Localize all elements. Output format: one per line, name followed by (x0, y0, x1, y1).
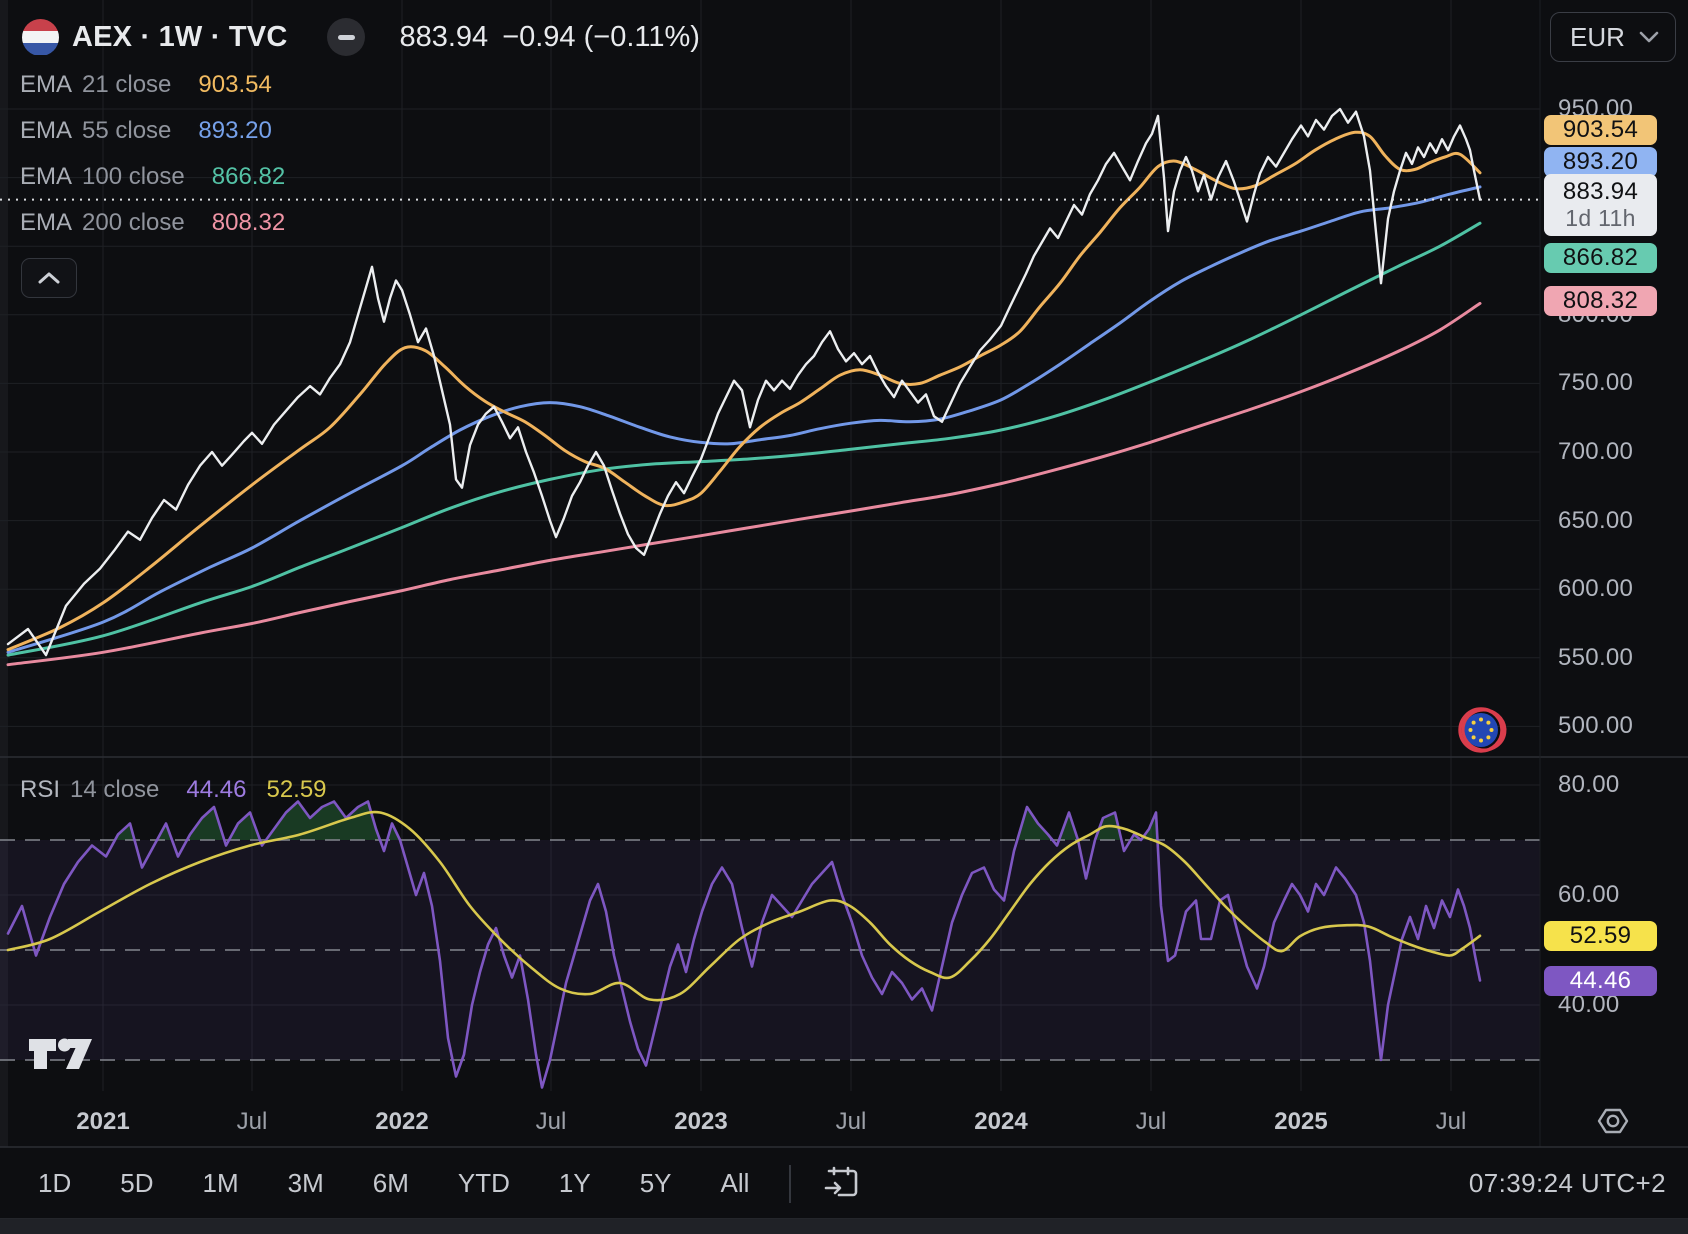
legend-row-ema55[interactable]: EMA 55 close 893.20 (20, 116, 272, 146)
indicator-name: EMA (20, 209, 73, 236)
axis-label: 60.00 (1558, 881, 1620, 908)
hide-symbol-button[interactable] (327, 18, 366, 56)
axis-label: 600.00 (1558, 575, 1634, 602)
indicator-value: 808.32 (211, 209, 286, 236)
time-label: Jul (1135, 1108, 1167, 1135)
go-to-date-button[interactable] (819, 1160, 863, 1207)
series-ema-200 (6, 301, 1482, 667)
indicator-params: 100 close (82, 163, 185, 190)
minus-icon (337, 34, 355, 40)
price-badge-rsi: 44.46 (1544, 966, 1657, 996)
range-button-1y[interactable]: 1Y (553, 1164, 597, 1203)
tradingview-chart-window: AEX · 1W · TVC 883.94 −0.94 (−0.11%) EMA … (0, 0, 1688, 1234)
symbol-header[interactable]: AEX · 1W · TVC 883.94 −0.94 (−0.11%) (22, 17, 700, 57)
rsi-ma-value: 52.59 (266, 776, 327, 803)
window-bottom-strip (0, 1219, 1688, 1234)
price-badge-ema21: 903.54 (1544, 115, 1657, 145)
range-button-all[interactable]: All (715, 1164, 756, 1203)
bottom-toolbar: 1D 5D 1M 3M 6M YTD 1Y 5Y All 07:39:24 UTC+2 (0, 1148, 1688, 1219)
indicator-value: 893.20 (198, 117, 272, 144)
legend-row-ema21[interactable]: EMA 21 close 903.54 (20, 70, 272, 100)
range-button-6m[interactable]: 6M (367, 1164, 415, 1203)
indicator-name: RSI (20, 776, 61, 803)
legend-row-rsi[interactable]: RSI 14 close 44.46 52.59 (20, 775, 327, 805)
indicator-value: 866.82 (211, 163, 286, 190)
indicator-params: 21 close (82, 71, 172, 98)
time-label: Jul (1435, 1108, 1467, 1135)
last-price: 883.94 (399, 20, 489, 53)
time-label: 2021 (76, 1108, 130, 1135)
indicator-value: 903.54 (198, 71, 272, 98)
time-label: 2022 (375, 1108, 429, 1135)
time-axis-settings-button[interactable] (1594, 1102, 1632, 1143)
range-button-5y[interactable]: 5Y (634, 1164, 678, 1203)
tradingview-logo (29, 1038, 92, 1069)
price-badge-ema100: 866.82 (1544, 243, 1657, 273)
indicator-params: 55 close (82, 117, 172, 144)
price-badge-ema200: 808.32 (1544, 286, 1657, 316)
range-buttons: 1D 5D 1M 3M 6M YTD 1Y 5Y All (32, 1164, 755, 1203)
currency-label: EUR (1570, 21, 1625, 52)
legend-row-ema200[interactable]: EMA 200 close 808.32 (20, 208, 285, 238)
chevron-down-icon (1639, 31, 1659, 43)
clock[interactable]: 07:39:24 UTC+2 (1469, 1148, 1666, 1219)
calendar-arrow-icon (825, 1166, 858, 1197)
price-badge-last: 883.94 1d 11h (1544, 174, 1657, 236)
indicator-name: EMA (20, 117, 73, 144)
axis-label: 750.00 (1558, 369, 1634, 396)
price-badge-rsi_ma: 52.59 (1544, 921, 1657, 951)
price-change: −0.94 (−0.11%) (502, 20, 700, 53)
series-ema-100 (6, 221, 1482, 657)
time-label: 2025 (1274, 1108, 1328, 1135)
eu-flag-icon (1458, 707, 1507, 753)
netherlands-flag-icon (22, 18, 59, 56)
gear-icon (1597, 1108, 1629, 1134)
range-button-1d[interactable]: 1D (32, 1164, 77, 1203)
axis-label: 650.00 (1558, 507, 1634, 534)
price-badge-ema55: 893.20 (1544, 147, 1657, 177)
range-button-ytd[interactable]: YTD (452, 1164, 516, 1203)
axis-label: 550.00 (1558, 644, 1634, 671)
time-label: Jul (535, 1108, 567, 1135)
axis-label: 500.00 (1558, 712, 1634, 739)
indicator-params: 14 close (70, 776, 160, 803)
range-button-1m[interactable]: 1M (197, 1164, 245, 1203)
time-label: Jul (236, 1108, 268, 1135)
currency-dropdown[interactable]: EUR (1550, 12, 1676, 62)
collapse-legend-button[interactable] (21, 258, 77, 298)
indicator-name: EMA (20, 163, 73, 190)
legend-row-ema100[interactable]: EMA 100 close 866.82 (20, 162, 285, 192)
toolbar-divider (789, 1164, 792, 1203)
series-ema-55 (6, 185, 1482, 654)
chevron-up-icon (38, 272, 60, 284)
axis-label: 700.00 (1558, 438, 1634, 465)
rsi-value: 44.46 (186, 776, 247, 803)
range-button-5d[interactable]: 5D (114, 1164, 159, 1203)
symbol-title[interactable]: AEX · 1W · TVC (72, 21, 287, 54)
indicator-name: EMA (20, 71, 73, 98)
axis-label: 80.00 (1558, 771, 1620, 798)
last-quote: 883.94 −0.94 (−0.11%) (399, 21, 699, 54)
time-label: 2024 (974, 1108, 1028, 1135)
time-label: 2023 (674, 1108, 728, 1135)
range-button-3m[interactable]: 3M (282, 1164, 330, 1203)
time-label: Jul (835, 1108, 867, 1135)
indicator-params: 200 close (82, 209, 185, 236)
